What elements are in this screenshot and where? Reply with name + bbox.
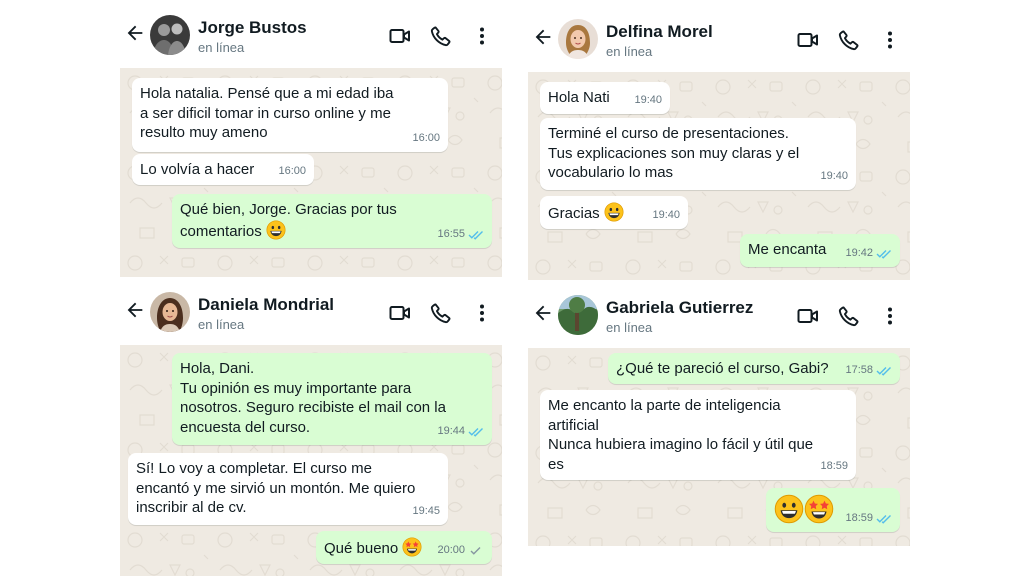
message-incoming[interactable]: Hola Nati 19:40	[540, 82, 670, 114]
message-text: Me encanto la parte de inteligencia arti…	[548, 397, 814, 473]
message-meta: 16:00	[278, 162, 306, 182]
avatar[interactable]	[150, 292, 190, 332]
message-time: 18:59	[820, 459, 848, 472]
message-time: 20:00	[437, 543, 465, 556]
message-meta: 19:44	[437, 422, 484, 442]
chat-header: Delfina Morel en línea	[528, 4, 910, 72]
chat-area[interactable]: ¿Qué te pareció el curso, Gabi? 17:58 Me…	[528, 348, 910, 546]
star-struck-emoji-icon	[804, 494, 834, 524]
message-time: 16:00	[278, 164, 306, 177]
message-time: 19:44	[437, 424, 465, 437]
message-time: 16:55	[437, 227, 465, 240]
contact-name[interactable]: Daniela Mondrial	[198, 295, 334, 315]
chat-header: Daniela Mondrial en línea	[120, 277, 502, 345]
message-meta: 19:40	[820, 167, 848, 187]
chat-area[interactable]: Hola Nati 19:40 Terminé el curso de pres…	[528, 72, 910, 294]
phone-call-icon[interactable]	[429, 24, 453, 48]
message-outgoing[interactable]: ¿Qué te pareció el curso, Gabi? 17:58	[608, 353, 900, 384]
video-call-icon[interactable]	[796, 304, 820, 328]
phone-call-icon[interactable]	[837, 28, 861, 52]
double-check-icon	[468, 426, 484, 437]
contact-status: en línea	[606, 44, 653, 59]
contact-name[interactable]: Gabriela Gutierrez	[606, 298, 753, 318]
chat-area[interactable]: Hola natalia. Pensé que a mi edad iba a …	[120, 68, 502, 284]
back-arrow-icon[interactable]	[124, 22, 146, 44]
chat-panel-daniela: Daniela Mondrial en línea Hola, Dani. Tu…	[120, 277, 502, 576]
message-incoming[interactable]: Me encanto la parte de inteligencia arti…	[540, 390, 856, 480]
message-meta: 19:42	[845, 244, 892, 264]
chat-panel-jorge: Jorge Bustos en línea Hola natalia. Pens…	[120, 0, 502, 284]
grinning-emoji-icon	[266, 220, 286, 240]
message-incoming[interactable]: Lo volvía a hacer 16:00	[132, 154, 314, 185]
chat-panel-gabriela: Gabriela Gutierrez en línea ¿Qué te pare…	[528, 280, 910, 546]
message-meta: 16:00	[412, 129, 440, 149]
message-time: 19:40	[820, 169, 848, 182]
single-check-icon	[468, 545, 484, 556]
double-check-icon	[876, 513, 892, 524]
message-incoming[interactable]: Gracias 19:40	[540, 196, 688, 229]
message-time: 16:00	[412, 131, 440, 144]
message-time: 19:40	[652, 208, 680, 221]
grinning-emoji-icon	[774, 494, 804, 524]
message-incoming[interactable]: Terminé el curso de presentaciones. Tus …	[540, 118, 856, 190]
avatar[interactable]	[558, 295, 598, 335]
more-options-icon[interactable]	[470, 24, 494, 48]
message-meta: 20:00	[437, 541, 484, 561]
grinning-emoji-icon	[604, 202, 624, 222]
video-call-icon[interactable]	[388, 24, 412, 48]
avatar[interactable]	[150, 15, 190, 55]
double-check-icon	[876, 248, 892, 259]
message-meta: 19:45	[412, 502, 440, 522]
message-text: Hola natalia. Pensé que a mi edad iba a …	[140, 85, 394, 141]
message-time: 19:42	[845, 246, 873, 259]
message-meta: 17:58	[845, 361, 892, 381]
message-text: Sí! Lo voy a completar. El curso me enca…	[136, 460, 416, 516]
message-meta: 19:40	[652, 206, 680, 226]
message-incoming[interactable]: Sí! Lo voy a completar. El curso me enca…	[128, 453, 448, 525]
message-time: 18:59	[845, 511, 873, 524]
more-options-icon[interactable]	[878, 28, 902, 52]
message-time: 17:58	[845, 363, 873, 376]
message-text: Terminé el curso de presentaciones. Tus …	[548, 125, 800, 181]
message-time: 19:40	[634, 93, 662, 106]
more-options-icon[interactable]	[878, 304, 902, 328]
message-incoming[interactable]: Hola natalia. Pensé que a mi edad iba a …	[132, 78, 448, 152]
message-outgoing[interactable]: 18:59	[766, 488, 900, 532]
contact-status: en línea	[606, 320, 653, 335]
phone-call-icon[interactable]	[837, 304, 861, 328]
contact-name[interactable]: Delfina Morel	[606, 22, 713, 42]
video-call-icon[interactable]	[796, 28, 820, 52]
message-meta: 16:55	[437, 225, 484, 245]
contact-status: en línea	[198, 317, 245, 332]
chat-header: Gabriela Gutierrez en línea	[528, 280, 910, 348]
message-meta: 18:59	[845, 509, 892, 529]
star-struck-emoji-icon	[402, 537, 422, 557]
message-outgoing[interactable]: Qué bueno 20:00	[316, 531, 492, 564]
message-outgoing[interactable]: Me encanta 19:42	[740, 234, 900, 267]
chat-area[interactable]: Hola, Dani. Tu opinión es muy importante…	[120, 345, 502, 576]
message-outgoing[interactable]: Hola, Dani. Tu opinión es muy importante…	[172, 353, 492, 445]
video-call-icon[interactable]	[388, 301, 412, 325]
contact-name[interactable]: Jorge Bustos	[198, 18, 307, 38]
back-arrow-icon[interactable]	[124, 299, 146, 321]
avatar[interactable]	[558, 19, 598, 59]
message-outgoing[interactable]: Qué bien, Jorge. Gracias por tus comenta…	[172, 194, 492, 248]
contact-status: en línea	[198, 40, 245, 55]
back-arrow-icon[interactable]	[532, 302, 554, 324]
message-time: 19:45	[412, 504, 440, 517]
chat-panel-delfina: Delfina Morel en línea Hola Nati 19:40 T…	[528, 4, 910, 294]
double-check-icon	[468, 229, 484, 240]
double-check-icon	[876, 365, 892, 376]
message-meta: 19:40	[634, 91, 662, 111]
chat-header: Jorge Bustos en línea	[120, 0, 502, 68]
more-options-icon[interactable]	[470, 301, 494, 325]
phone-call-icon[interactable]	[429, 301, 453, 325]
back-arrow-icon[interactable]	[532, 26, 554, 48]
message-meta: 18:59	[820, 457, 848, 477]
